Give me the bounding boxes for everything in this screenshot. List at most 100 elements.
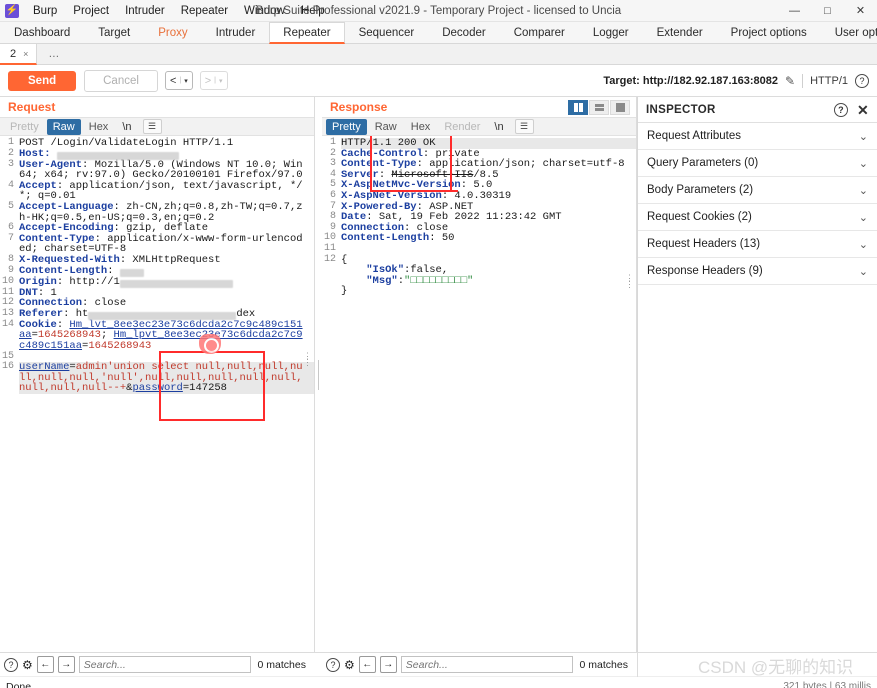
tab-repeater[interactable]: Repeater bbox=[269, 22, 345, 44]
chevron-down-icon: ⌄ bbox=[858, 184, 868, 197]
code-token: Content-Length bbox=[341, 232, 430, 245]
inspector-section-request-cookies[interactable]: Request Cookies (2) ⌄ bbox=[638, 204, 877, 231]
response-code-area[interactable]: 1 HTTP/1.1 200 OK 2 Cache-Control: private 3… bbox=[322, 136, 636, 652]
find-previous-icon[interactable]: ← bbox=[36, 656, 54, 673]
tab-comparer[interactable]: Comparer bbox=[500, 22, 579, 43]
menu-item-repeater[interactable]: Repeater bbox=[173, 0, 236, 22]
http-version-label[interactable]: HTTP/1 bbox=[810, 75, 848, 87]
code-line-text: Content-Length: 50 bbox=[341, 233, 636, 244]
find-next-icon[interactable]: → bbox=[57, 656, 75, 673]
response-tab-newline[interactable]: \n bbox=[488, 119, 509, 135]
request-menu-icon[interactable]: ☰ bbox=[142, 119, 162, 134]
close-icon[interactable]: ✕ bbox=[844, 0, 877, 22]
menu-item-project[interactable]: Project bbox=[65, 0, 117, 22]
layout-single-pane-button[interactable] bbox=[610, 99, 630, 115]
request-tab-newline[interactable]: \n bbox=[116, 119, 137, 135]
gear-icon[interactable]: ⚙ bbox=[22, 658, 33, 672]
window-controls: — □ ✕ bbox=[778, 0, 877, 22]
target-label: Target: http://182.92.187.163:8082 bbox=[603, 74, 779, 87]
cancel-button[interactable]: Cancel bbox=[84, 69, 158, 92]
history-back-button[interactable]: < | ▾ bbox=[164, 71, 193, 90]
help-icon[interactable]: ? bbox=[833, 102, 848, 117]
request-scroll-handle[interactable]: ⋮ ⋮ bbox=[303, 353, 312, 368]
request-match-count: 0 matches bbox=[257, 658, 306, 671]
minimize-icon[interactable]: — bbox=[778, 0, 811, 22]
line-number: 12 bbox=[323, 253, 336, 265]
main-body: Request Pretty Raw Hex \n ☰ 1 POST /Login… bbox=[0, 97, 877, 652]
inspector-panel: INSPECTOR ? ✕ Request Attributes ⌄ Query… bbox=[637, 97, 877, 652]
help-icon[interactable]: ? bbox=[326, 657, 340, 672]
tab-dashboard[interactable]: Dashboard bbox=[0, 22, 84, 43]
chevron-down-icon: ⌄ bbox=[858, 238, 868, 251]
response-search-input[interactable] bbox=[400, 656, 573, 673]
help-icon[interactable]: ? bbox=[4, 657, 18, 672]
request-editor-tabs: Pretty Raw Hex \n ☰ bbox=[0, 117, 314, 136]
tab-intruder[interactable]: Intruder bbox=[202, 22, 270, 43]
inspector-section-body-parameters[interactable]: Body Parameters (2) ⌄ bbox=[638, 177, 877, 204]
response-find-bar: ? ⚙ ← → 0 matches bbox=[322, 653, 637, 677]
close-icon[interactable]: ✕ bbox=[857, 103, 869, 117]
line-number: 9 bbox=[7, 264, 14, 276]
divider bbox=[802, 73, 804, 88]
inspector-section-request-attributes[interactable]: Request Attributes ⌄ bbox=[638, 123, 877, 150]
status-left-label: Done bbox=[6, 680, 32, 688]
tab-project-options[interactable]: Project options bbox=[717, 22, 821, 43]
code-line: 10 Content-Length: 50 bbox=[322, 233, 636, 244]
request-search-input[interactable] bbox=[78, 656, 251, 673]
menu-item-window[interactable]: Window bbox=[236, 0, 293, 22]
request-code-area[interactable]: 1 POST /Login/ValidateLogin HTTP/1.1 2 Host… bbox=[0, 136, 314, 652]
response-scroll-handle[interactable]: ⋮ ⋮ bbox=[625, 275, 634, 290]
code-token: : 50 bbox=[429, 232, 455, 245]
inspector-section-request-headers[interactable]: Request Headers (13) ⌄ bbox=[638, 231, 877, 258]
find-next-icon[interactable]: → bbox=[379, 656, 397, 673]
menu-item-intruder[interactable]: Intruder bbox=[117, 0, 173, 22]
chevron-down-icon: ⌄ bbox=[858, 157, 868, 170]
inspector-section-label: Response Headers (9) bbox=[647, 265, 763, 277]
inspector-section-response-headers[interactable]: Response Headers (9) ⌄ bbox=[638, 258, 877, 285]
chevron-down-icon: ⌄ bbox=[858, 211, 868, 224]
menu-item-help[interactable]: Help bbox=[293, 0, 333, 22]
chevron-right-icon: > bbox=[204, 74, 212, 87]
tab-sequencer[interactable]: Sequencer bbox=[345, 22, 429, 43]
add-repeater-tab-button[interactable]: … bbox=[37, 44, 70, 64]
send-button[interactable]: Send bbox=[8, 70, 77, 91]
response-tab-raw[interactable]: Raw bbox=[369, 119, 403, 135]
request-tab-hex[interactable]: Hex bbox=[83, 119, 115, 135]
code-line-text: Origin: http://1redacted-origin-host bbox=[19, 275, 314, 288]
tab-extender[interactable]: Extender bbox=[643, 22, 717, 43]
tab-logger[interactable]: Logger bbox=[579, 22, 643, 43]
layout-split-vertical-button[interactable] bbox=[568, 99, 588, 115]
inspector-empty-area bbox=[638, 285, 877, 652]
tab-user-options[interactable]: User options bbox=[821, 22, 877, 43]
layout-split-horizontal-button[interactable] bbox=[589, 99, 609, 115]
chevron-left-icon: < bbox=[169, 74, 177, 87]
request-tab-pretty[interactable]: Pretty bbox=[4, 119, 45, 135]
code-token: : http://1 bbox=[56, 275, 120, 288]
code-line: 7 Content-Type: application/x-www-form-ur… bbox=[0, 233, 314, 255]
pane-splitter[interactable] bbox=[315, 97, 322, 652]
response-tab-pretty[interactable]: Pretty bbox=[326, 118, 367, 135]
repeater-subtab-label: 2 bbox=[10, 47, 17, 60]
close-icon[interactable]: × bbox=[23, 49, 28, 59]
history-forward-button[interactable]: > | ▾ bbox=[199, 71, 228, 90]
code-line-text: Content-Type: application/x-www-form-url… bbox=[19, 233, 314, 255]
repeater-subtab-2[interactable]: 2 × bbox=[0, 44, 38, 65]
inspector-section-query-parameters[interactable]: Query Parameters (0) ⌄ bbox=[638, 150, 877, 177]
response-menu-icon[interactable]: ☰ bbox=[514, 119, 534, 134]
tab-target[interactable]: Target bbox=[84, 22, 144, 43]
pencil-icon[interactable]: ✎ bbox=[785, 74, 795, 88]
find-previous-icon[interactable]: ← bbox=[358, 656, 376, 673]
tab-proxy[interactable]: Proxy bbox=[144, 22, 201, 43]
response-tab-hex[interactable]: Hex bbox=[405, 119, 437, 135]
maximize-icon[interactable]: □ bbox=[811, 0, 844, 22]
single-pane-icon bbox=[615, 102, 625, 112]
code-line-text: Accept: application/json, text/javascrip… bbox=[19, 180, 314, 202]
response-tab-render[interactable]: Render bbox=[438, 119, 486, 135]
tab-decoder[interactable]: Decoder bbox=[428, 22, 499, 43]
menu-item-burp[interactable]: Burp bbox=[25, 0, 65, 22]
redacted-value: redacted-host-value bbox=[56, 151, 179, 160]
request-tab-raw[interactable]: Raw bbox=[46, 118, 81, 135]
gear-icon[interactable]: ⚙ bbox=[344, 658, 355, 672]
help-icon[interactable]: ? bbox=[855, 73, 869, 88]
line-number: 11 bbox=[323, 242, 336, 254]
